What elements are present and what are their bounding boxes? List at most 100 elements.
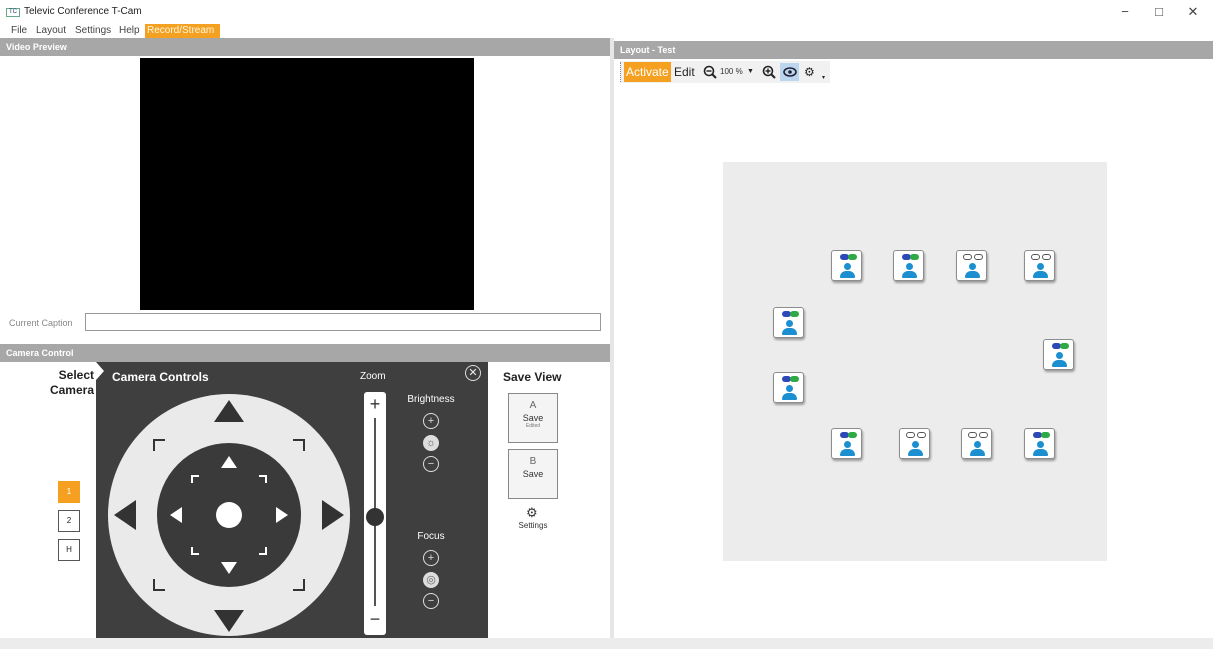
delegate-seat[interactable]	[831, 250, 862, 281]
caption-input[interactable]	[85, 313, 601, 331]
save-view-b-button[interactable]: B Save	[508, 449, 558, 499]
zoom-level-select[interactable]: 100 %	[720, 62, 743, 82]
camera-button-h[interactable]: H	[58, 539, 80, 561]
person-icon	[786, 385, 793, 392]
person-icon	[906, 263, 913, 270]
person-icon	[908, 449, 923, 456]
menu-file[interactable]: File	[9, 24, 29, 38]
autofocus-icon[interactable]: ◎	[423, 572, 439, 588]
toolbar-overflow-icon[interactable]: ▾	[822, 68, 825, 88]
save-view-letter: B	[529, 456, 537, 467]
seat-status-badge	[790, 311, 799, 317]
ptz-home-button[interactable]	[216, 502, 242, 528]
save-view-status: Edited	[525, 423, 541, 429]
camera-controls-title: Camera Controls	[112, 370, 209, 384]
camera-button-1[interactable]: 1	[58, 481, 80, 503]
person-icon	[912, 441, 919, 448]
person-icon	[1033, 449, 1048, 456]
zoom-out-icon[interactable]	[703, 62, 717, 85]
seat-status-badge	[906, 432, 915, 438]
delegate-seat[interactable]	[956, 250, 987, 281]
menu-layout[interactable]: Layout	[34, 24, 68, 38]
zoom-in-icon[interactable]	[762, 62, 776, 85]
menu-help[interactable]: Help	[117, 24, 142, 38]
person-icon	[782, 393, 797, 400]
person-icon	[1037, 441, 1044, 448]
person-icon	[965, 271, 980, 278]
seat-status-badge	[1060, 343, 1069, 349]
zoom-slider-handle[interactable]	[366, 508, 384, 526]
delegate-seat[interactable]	[773, 307, 804, 338]
toolbar-grip[interactable]	[620, 62, 622, 82]
caption-label: Current Caption	[9, 318, 73, 328]
seat-status-badge	[917, 432, 926, 438]
seat-status-badge	[979, 432, 988, 438]
menu-bar: File Layout Settings Help Record/Stream	[0, 24, 1213, 38]
edit-button[interactable]: Edit	[674, 62, 695, 82]
select-camera-title: Select Camera	[49, 368, 94, 397]
activate-button[interactable]: Activate	[624, 62, 671, 82]
seat-status-badge	[974, 254, 983, 260]
delegate-seat[interactable]	[899, 428, 930, 459]
person-icon	[1037, 263, 1044, 270]
zoom-out-button[interactable]: −	[364, 608, 386, 630]
brightness-decrease-icon[interactable]: −	[423, 456, 439, 472]
video-preview-header: Video Preview	[0, 38, 610, 56]
panel-splitter[interactable]	[610, 38, 614, 638]
seat-status-badge	[1041, 432, 1050, 438]
person-icon	[902, 271, 917, 278]
save-view-title: Save View	[503, 370, 562, 384]
focus-increase-icon[interactable]: +	[423, 550, 439, 566]
app-logo-icon: TC	[6, 8, 20, 17]
seat-status-badge	[1042, 254, 1051, 260]
delegate-seat[interactable]	[961, 428, 992, 459]
person-icon	[1056, 352, 1063, 359]
delegate-seat[interactable]	[1024, 428, 1055, 459]
seat-status-badge	[968, 432, 977, 438]
menu-settings[interactable]: Settings	[73, 24, 113, 38]
brightness-increase-icon[interactable]: +	[423, 413, 439, 429]
person-icon	[970, 449, 985, 456]
brightness-label: Brightness	[407, 394, 455, 405]
delegate-seat[interactable]	[893, 250, 924, 281]
close-window-button[interactable]: ✕	[1183, 4, 1203, 20]
close-controls-icon[interactable]: ✕	[465, 365, 481, 381]
camera-settings-label[interactable]: Settings	[513, 521, 553, 530]
person-icon	[969, 263, 976, 270]
seat-status-badge	[790, 376, 799, 382]
person-icon	[786, 320, 793, 327]
zoom-in-button[interactable]: +	[364, 393, 386, 415]
delegate-seat[interactable]	[831, 428, 862, 459]
layout-header: Layout - Test	[614, 41, 1213, 59]
eye-icon[interactable]	[780, 63, 799, 81]
focus-decrease-icon[interactable]: −	[423, 593, 439, 609]
person-icon	[844, 441, 851, 448]
person-icon	[1033, 271, 1048, 278]
seat-status-badge	[1031, 254, 1040, 260]
save-view-letter: A	[529, 400, 537, 411]
delegate-seat[interactable]	[773, 372, 804, 403]
person-icon	[840, 271, 855, 278]
camera-button-2[interactable]: 2	[58, 510, 80, 532]
person-icon	[782, 328, 797, 335]
person-icon	[844, 263, 851, 270]
gear-icon[interactable]: ⚙	[526, 505, 538, 521]
person-icon	[840, 449, 855, 456]
save-view-label: Save	[522, 469, 544, 479]
window-title: Televic Conference T-Cam	[24, 6, 142, 17]
menu-record-stream[interactable]: Record/Stream	[145, 24, 220, 38]
status-bar	[0, 638, 1213, 649]
brightness-icon[interactable]: ☼	[423, 435, 439, 451]
person-icon	[1052, 360, 1067, 367]
seat-status-badge	[963, 254, 972, 260]
save-view-label: Save	[522, 413, 544, 423]
gear-icon[interactable]: ⚙	[804, 62, 815, 82]
zoom-label: Zoom	[360, 371, 386, 382]
title-bar: TC Televic Conference T-Cam − □ ✕	[0, 0, 1213, 24]
chevron-down-icon[interactable]: ▼	[747, 62, 754, 82]
maximize-button[interactable]: □	[1149, 4, 1169, 20]
delegate-seat[interactable]	[1024, 250, 1055, 281]
delegate-seat[interactable]	[1043, 339, 1074, 370]
minimize-button[interactable]: −	[1115, 4, 1135, 20]
save-view-a-button[interactable]: A Save Edited	[508, 393, 558, 443]
